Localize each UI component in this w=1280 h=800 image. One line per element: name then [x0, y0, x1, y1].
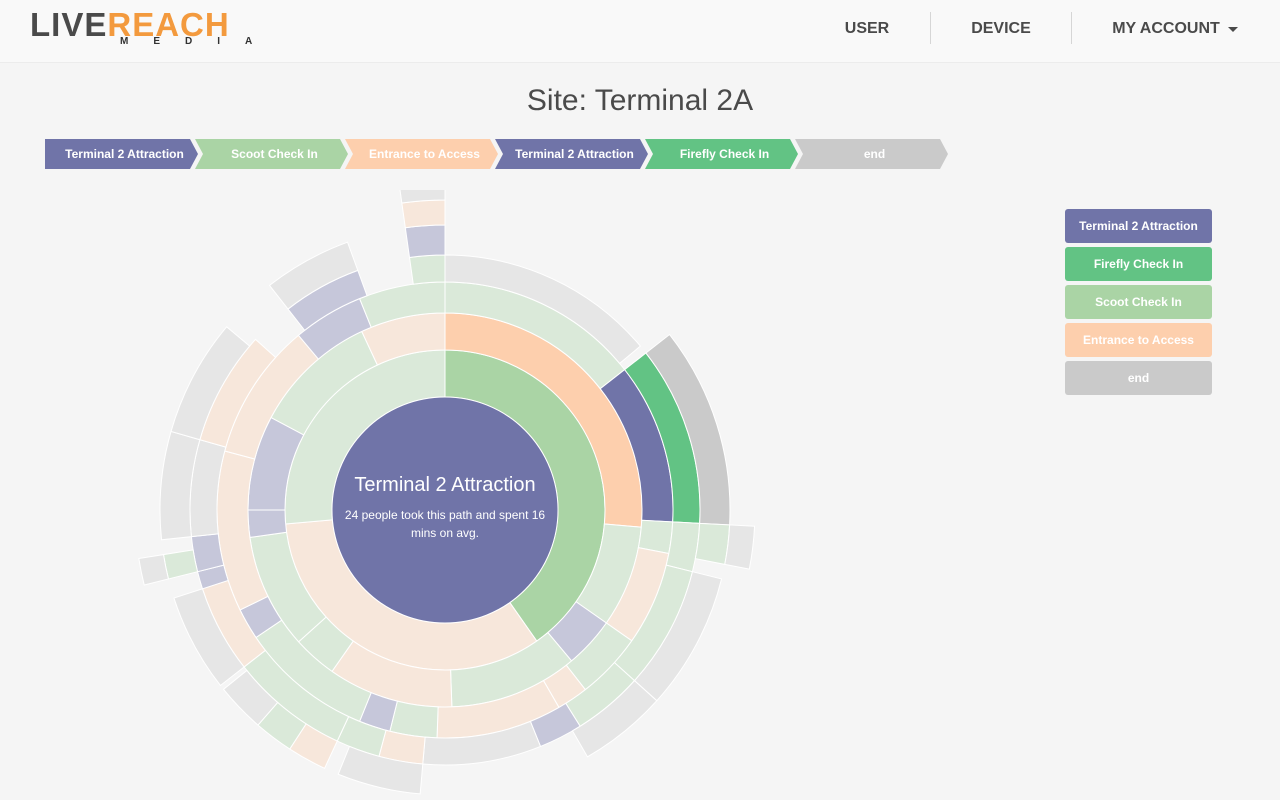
- nav-divider: [930, 12, 931, 44]
- sunburst-segment[interactable]: [724, 524, 756, 570]
- legend-item: Firefly Check In: [1065, 247, 1212, 281]
- legend-item: Terminal 2 Attraction: [1065, 209, 1212, 243]
- sunburst-segment[interactable]: [247, 509, 288, 538]
- breadcrumb-step-label: Entrance to Access: [369, 147, 480, 161]
- breadcrumb-step[interactable]: Terminal 2 Attraction: [45, 139, 198, 169]
- breadcrumb-step[interactable]: Scoot Check In: [195, 139, 348, 169]
- legend-item: Scoot Check In: [1065, 285, 1212, 319]
- livereach-logo[interactable]: LIVEREACH MEDIA: [30, 8, 270, 48]
- breadcrumb-step-label: Terminal 2 Attraction: [65, 147, 184, 161]
- sunburst-segment[interactable]: [162, 549, 199, 580]
- nav-device-label: DEVICE: [971, 20, 1031, 37]
- breadcrumb-step-label: Terminal 2 Attraction: [515, 147, 634, 161]
- nav-user-label: USER: [844, 20, 890, 37]
- breadcrumb-step-label: Scoot Check In: [231, 147, 318, 161]
- legend-item: end: [1065, 361, 1212, 395]
- breadcrumb-step-label: Firefly Check In: [679, 147, 770, 161]
- sunburst-segment[interactable]: [404, 224, 446, 259]
- legend-item: Entrance to Access: [1065, 323, 1212, 357]
- nav-divider: [1071, 12, 1072, 44]
- breadcrumb-step[interactable]: Firefly Check In: [645, 139, 798, 169]
- sunburst-segment[interactable]: [694, 522, 731, 565]
- nav-device[interactable]: DEVICE: [945, 0, 1057, 58]
- sunburst-root[interactable]: [331, 396, 559, 624]
- sunburst-segment[interactable]: [408, 254, 446, 285]
- nav-user[interactable]: USER: [818, 0, 916, 58]
- breadcrumb-step-label: end: [863, 147, 886, 161]
- logo-live-text: LIVE: [30, 6, 108, 43]
- breadcrumb-step[interactable]: Entrance to Access: [345, 139, 498, 169]
- breadcrumb-step[interactable]: end: [795, 139, 948, 169]
- sunburst-segment[interactable]: [138, 554, 170, 586]
- caret-down-icon: [1227, 26, 1238, 32]
- breadcrumb-step[interactable]: Terminal 2 Attraction: [495, 139, 648, 169]
- nav-my-account-label: MY ACCOUNT: [1112, 20, 1220, 37]
- top-navbar: LIVEREACH MEDIA USER DEVICE MY ACCOUNT: [0, 0, 1280, 63]
- logo-media-text: MEDIA: [120, 36, 278, 47]
- sunburst-chart[interactable]: [0, 190, 760, 800]
- page-title: Site: Terminal 2A: [526, 84, 754, 117]
- nav-my-account[interactable]: MY ACCOUNT: [1090, 0, 1260, 58]
- sunburst-segment[interactable]: [389, 700, 439, 739]
- sunburst-segment[interactable]: [401, 199, 446, 229]
